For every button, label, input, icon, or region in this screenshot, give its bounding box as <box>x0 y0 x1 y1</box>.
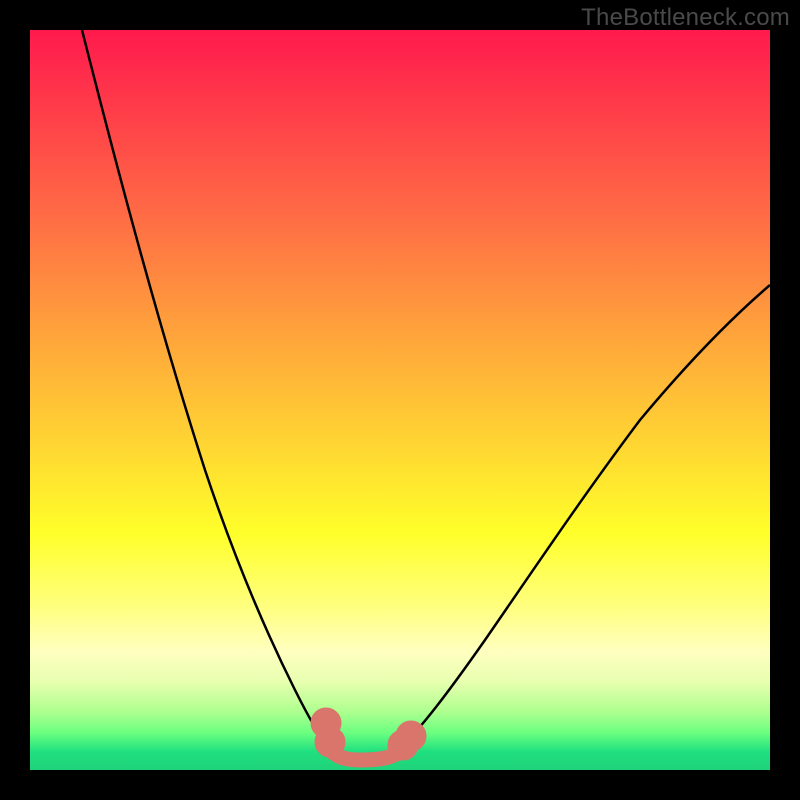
bottleneck-curve-svg <box>30 30 770 770</box>
curve-left-branch <box>82 30 330 750</box>
plot-area <box>30 30 770 770</box>
watermark-text: TheBottleneck.com <box>581 4 790 32</box>
curve-right-branch <box>398 285 770 750</box>
optimal-zone-marker <box>318 715 419 760</box>
chart-frame: TheBottleneck.com <box>0 0 800 800</box>
